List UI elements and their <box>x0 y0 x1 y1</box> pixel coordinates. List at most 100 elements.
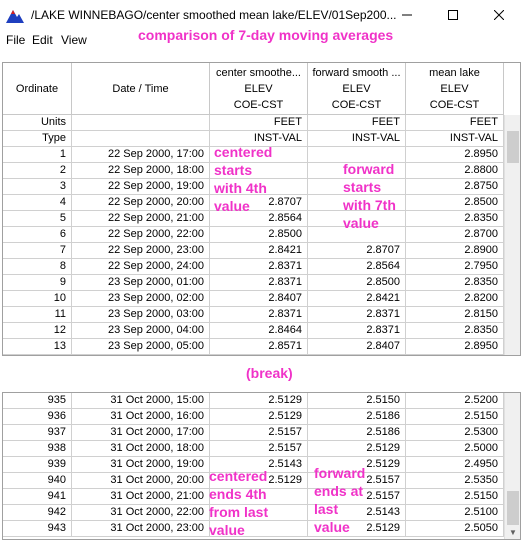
cell-mean-lake[interactable]: 2.5300 <box>406 425 504 441</box>
column-header-datetime[interactable]: Date / Time <box>72 63 210 115</box>
cell-meta-value[interactable]: INST-VAL <box>406 131 504 147</box>
cell-center-smoothed[interactable]: 2.5157 <box>210 441 308 457</box>
scroll-thumb[interactable] <box>507 131 519 163</box>
column-header-forward-smoothed[interactable]: forward smooth ... ELEV COE-CST <box>308 63 406 115</box>
vertical-scrollbar[interactable] <box>504 115 520 355</box>
cell-ordinate[interactable]: 11 <box>3 307 72 323</box>
column-header-mean-lake[interactable]: mean lake ELEV COE-CST <box>406 63 504 115</box>
cell-datetime[interactable]: 31 Oct 2000, 22:00 <box>72 505 210 521</box>
cell-forward-smoothed[interactable]: 2.8421 <box>308 291 406 307</box>
cell-ordinate[interactable]: 942 <box>3 505 72 521</box>
cell-ordinate[interactable]: 939 <box>3 457 72 473</box>
cell-mean-lake[interactable]: 2.8350 <box>406 323 504 339</box>
cell-mean-lake[interactable]: 2.8200 <box>406 291 504 307</box>
cell-ordinate[interactable]: 938 <box>3 441 72 457</box>
cell-ordinate[interactable]: 5 <box>3 211 72 227</box>
cell-ordinate[interactable]: 935 <box>3 393 72 409</box>
cell-mean-lake[interactable]: 2.8950 <box>406 147 504 163</box>
cell-ordinate[interactable]: 943 <box>3 521 72 537</box>
scroll-down-arrow-icon[interactable]: ▼ <box>508 527 518 537</box>
cell-forward-smoothed[interactable]: 2.8371 <box>308 323 406 339</box>
cell-ordinate[interactable]: 10 <box>3 291 72 307</box>
cell-ordinate[interactable]: 12 <box>3 323 72 339</box>
cell-datetime[interactable]: 22 Sep 2000, 21:00 <box>72 211 210 227</box>
cell-ordinate[interactable]: 940 <box>3 473 72 489</box>
cell-meta-value[interactable]: FEET <box>210 115 308 131</box>
cell-mean-lake[interactable]: 2.5200 <box>406 393 504 409</box>
cell-datetime[interactable]: 31 Oct 2000, 15:00 <box>72 393 210 409</box>
cell-datetime[interactable]: 31 Oct 2000, 20:00 <box>72 473 210 489</box>
cell-ordinate[interactable]: 8 <box>3 259 72 275</box>
cell-center-smoothed[interactable]: 2.8371 <box>210 259 308 275</box>
cell-forward-smoothed[interactable]: 2.8407 <box>308 339 406 355</box>
cell-mean-lake[interactable]: 2.8350 <box>406 211 504 227</box>
cell-datetime[interactable]: 31 Oct 2000, 19:00 <box>72 457 210 473</box>
cell-forward-smoothed[interactable]: 2.8371 <box>308 307 406 323</box>
cell-datetime[interactable]: 23 Sep 2000, 04:00 <box>72 323 210 339</box>
cell-forward-smoothed[interactable]: 2.5186 <box>308 409 406 425</box>
cell-mean-lake[interactable]: 2.8150 <box>406 307 504 323</box>
cell-datetime[interactable]: 22 Sep 2000, 23:00 <box>72 243 210 259</box>
cell-forward-smoothed[interactable]: 2.5150 <box>308 393 406 409</box>
cell-mean-lake[interactable]: 2.8950 <box>406 339 504 355</box>
cell-meta-label[interactable]: Units <box>3 115 72 131</box>
cell-center-smoothed[interactable]: 2.8464 <box>210 323 308 339</box>
cell-mean-lake[interactable]: 2.8500 <box>406 195 504 211</box>
cell-center-smoothed[interactable]: 2.8371 <box>210 275 308 291</box>
cell-forward-smoothed[interactable]: 2.5129 <box>308 441 406 457</box>
cell-center-smoothed[interactable]: 2.5129 <box>210 409 308 425</box>
cell-ordinate[interactable]: 1 <box>3 147 72 163</box>
cell-center-smoothed[interactable]: 2.8407 <box>210 291 308 307</box>
cell-datetime[interactable]: 31 Oct 2000, 23:00 <box>72 521 210 537</box>
cell-mean-lake[interactable]: 2.4950 <box>406 457 504 473</box>
cell-center-smoothed[interactable]: 2.8371 <box>210 307 308 323</box>
cell-ordinate[interactable]: 2 <box>3 163 72 179</box>
cell-mean-lake[interactable]: 2.5350 <box>406 473 504 489</box>
cell-mean-lake[interactable]: 2.8750 <box>406 179 504 195</box>
cell-datetime[interactable]: 22 Sep 2000, 19:00 <box>72 179 210 195</box>
cell-meta-empty[interactable] <box>72 131 210 147</box>
cell-forward-smoothed[interactable]: 2.8564 <box>308 259 406 275</box>
maximize-button[interactable] <box>430 0 476 30</box>
cell-mean-lake[interactable]: 2.7950 <box>406 259 504 275</box>
cell-mean-lake[interactable]: 2.5000 <box>406 441 504 457</box>
cell-mean-lake[interactable]: 2.5150 <box>406 489 504 505</box>
vertical-scrollbar[interactable]: ▼ <box>504 393 520 539</box>
cell-datetime[interactable]: 23 Sep 2000, 05:00 <box>72 339 210 355</box>
cell-mean-lake[interactable]: 2.5150 <box>406 409 504 425</box>
cell-datetime[interactable]: 31 Oct 2000, 17:00 <box>72 425 210 441</box>
cell-datetime[interactable]: 22 Sep 2000, 22:00 <box>72 227 210 243</box>
cell-center-smoothed[interactable]: 2.8500 <box>210 227 308 243</box>
menu-view[interactable]: View <box>61 33 87 47</box>
cell-meta-value[interactable]: INST-VAL <box>308 131 406 147</box>
cell-datetime[interactable]: 22 Sep 2000, 17:00 <box>72 147 210 163</box>
minimize-button[interactable] <box>384 0 430 30</box>
cell-datetime[interactable]: 22 Sep 2000, 18:00 <box>72 163 210 179</box>
cell-center-smoothed[interactable]: 2.5157 <box>210 425 308 441</box>
cell-ordinate[interactable]: 13 <box>3 339 72 355</box>
cell-ordinate[interactable]: 937 <box>3 425 72 441</box>
cell-forward-smoothed[interactable]: 2.8707 <box>308 243 406 259</box>
cell-ordinate[interactable]: 9 <box>3 275 72 291</box>
cell-forward-smoothed[interactable]: 2.5186 <box>308 425 406 441</box>
cell-ordinate[interactable]: 6 <box>3 227 72 243</box>
cell-meta-value[interactable]: FEET <box>406 115 504 131</box>
cell-ordinate[interactable]: 4 <box>3 195 72 211</box>
cell-ordinate[interactable]: 3 <box>3 179 72 195</box>
cell-datetime[interactable]: 23 Sep 2000, 01:00 <box>72 275 210 291</box>
column-header-center-smoothed[interactable]: center smoothe... ELEV COE-CST <box>210 63 308 115</box>
menu-edit[interactable]: Edit <box>32 33 53 47</box>
cell-datetime[interactable]: 22 Sep 2000, 20:00 <box>72 195 210 211</box>
cell-datetime[interactable]: 31 Oct 2000, 18:00 <box>72 441 210 457</box>
cell-center-smoothed[interactable]: 2.5129 <box>210 393 308 409</box>
cell-mean-lake[interactable]: 2.8700 <box>406 227 504 243</box>
cell-ordinate[interactable]: 936 <box>3 409 72 425</box>
column-header-ordinate[interactable]: Ordinate <box>3 63 72 115</box>
cell-mean-lake[interactable]: 2.8900 <box>406 243 504 259</box>
close-button[interactable] <box>476 0 522 30</box>
cell-mean-lake[interactable]: 2.8800 <box>406 163 504 179</box>
cell-datetime[interactable]: 31 Oct 2000, 16:00 <box>72 409 210 425</box>
cell-mean-lake[interactable]: 2.5050 <box>406 521 504 537</box>
cell-mean-lake[interactable]: 2.5100 <box>406 505 504 521</box>
cell-datetime[interactable]: 23 Sep 2000, 03:00 <box>72 307 210 323</box>
